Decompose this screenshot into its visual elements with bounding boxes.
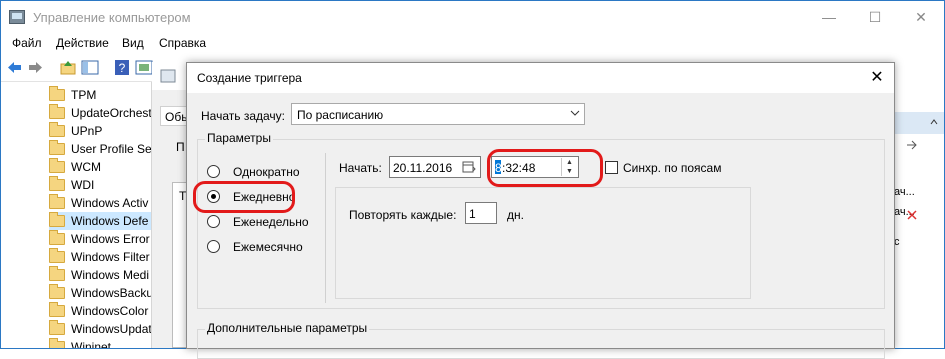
up-folder-icon[interactable] [59,59,77,76]
folder-icon [49,176,65,191]
repeat-days-input[interactable]: 1 [465,202,497,224]
repeat-label: Повторять каждые: [349,208,457,222]
vertical-separator [325,153,326,303]
folder-icon [49,86,65,101]
minimize-button[interactable]: — [806,1,852,33]
computer-management-icon [9,10,25,24]
repeat-unit-label: дн. [507,208,524,222]
title-bar: Управление компьютером — ☐ ✕ [1,1,944,33]
forward-arrow-icon[interactable] [27,59,45,76]
tree-item[interactable]: WCM [49,158,151,176]
dialog-title-bar: Создание триггера ✕ [187,63,894,93]
folder-icon [49,212,65,227]
folder-icon [49,230,65,245]
start-date-picker[interactable]: 20.11.2016 [389,156,481,178]
menu-view[interactable]: Вид [122,36,144,50]
action-label[interactable]: ач... [894,186,915,198]
folder-icon [49,104,65,119]
sync-timezones-checkbox[interactable] [605,161,618,174]
folder-icon [49,140,65,155]
console-view-icon[interactable] [135,59,153,76]
tree-item-selected[interactable]: Windows Defe [49,212,151,230]
folder-icon [49,266,65,281]
tree-item[interactable]: WindowsColor [49,302,151,320]
folder-icon [49,248,65,263]
menu-bar: Файл Действие Вид Справка [1,33,944,53]
dialog-close-button[interactable]: ✕ [866,67,888,89]
start-task-dropdown[interactable]: По расписанию [291,103,585,125]
dialog-title: Создание триггера [197,71,302,85]
actions-pane: ач... ач... с [890,82,944,348]
radio-once[interactable] [207,165,220,178]
tree-item[interactable]: Windows Medi [49,266,151,284]
menu-action[interactable]: Действие [56,36,109,50]
advanced-group-title: Дополнительные параметры [205,321,370,335]
tree-item[interactable]: UpdateOrchest [49,104,151,122]
arrow-right-icon [907,140,917,150]
show-hide-tree-icon[interactable] [81,59,99,76]
chevron-down-icon [570,110,580,116]
tree-item[interactable]: WDI [49,176,151,194]
tree-item[interactable]: WindowsBacku [49,284,151,302]
help-icon[interactable]: ? [113,59,131,76]
tree-item[interactable]: Windows Activ [49,194,151,212]
start-task-label: Начать задачу: [201,109,285,123]
delete-x-icon [907,210,917,220]
folder-icon [49,320,65,335]
window-title: Управление компьютером [33,10,191,25]
radio-weekly-label: Еженедельно [233,215,309,229]
folder-icon [49,158,65,173]
chevron-up-icon[interactable] [930,116,938,130]
tree-item[interactable]: Windows Error [49,230,151,248]
menu-file[interactable]: Файл [12,36,42,50]
task-icon [160,69,176,83]
tree-item[interactable]: TPM [49,86,151,104]
folder-icon [49,122,65,137]
create-trigger-dialog: Создание триггера ✕ Начать задачу: По ра… [186,62,895,359]
folder-icon [49,338,65,348]
radio-monthly-label: Ежемесячно [233,240,303,254]
radio-once-label: Однократно [233,165,300,179]
menu-help[interactable]: Справка [159,36,206,50]
tree-item[interactable]: UPnP [49,122,151,140]
tree-item[interactable]: WindowsUpdat [49,320,151,338]
back-arrow-icon[interactable] [5,59,23,76]
start-label: Начать: [339,161,382,175]
maximize-button[interactable]: ☐ [852,1,898,33]
highlight-ring-daily [193,181,295,213]
background-partial-label: П [176,140,185,154]
folder-icon [49,194,65,209]
folder-icon [49,302,65,317]
tree-item[interactable]: User Profile Ser [49,140,151,158]
svg-text:?: ? [119,61,126,75]
parameters-group-title: Параметры [205,131,273,145]
radio-weekly[interactable] [207,215,220,228]
tree-item[interactable]: Wininet [49,338,151,348]
repeat-group [335,187,751,299]
radio-monthly[interactable] [207,240,220,253]
close-button[interactable]: ✕ [898,1,944,33]
tree-item[interactable]: Windows Filter [49,248,151,266]
calendar-dropdown-icon[interactable] [462,161,476,173]
navigation-tree: TPM UpdateOrchest UPnP User Profile Ser … [1,82,152,348]
highlight-ring-time [487,149,603,187]
folder-icon [49,284,65,299]
sync-timezones-label: Синхр. по поясам [623,161,722,175]
